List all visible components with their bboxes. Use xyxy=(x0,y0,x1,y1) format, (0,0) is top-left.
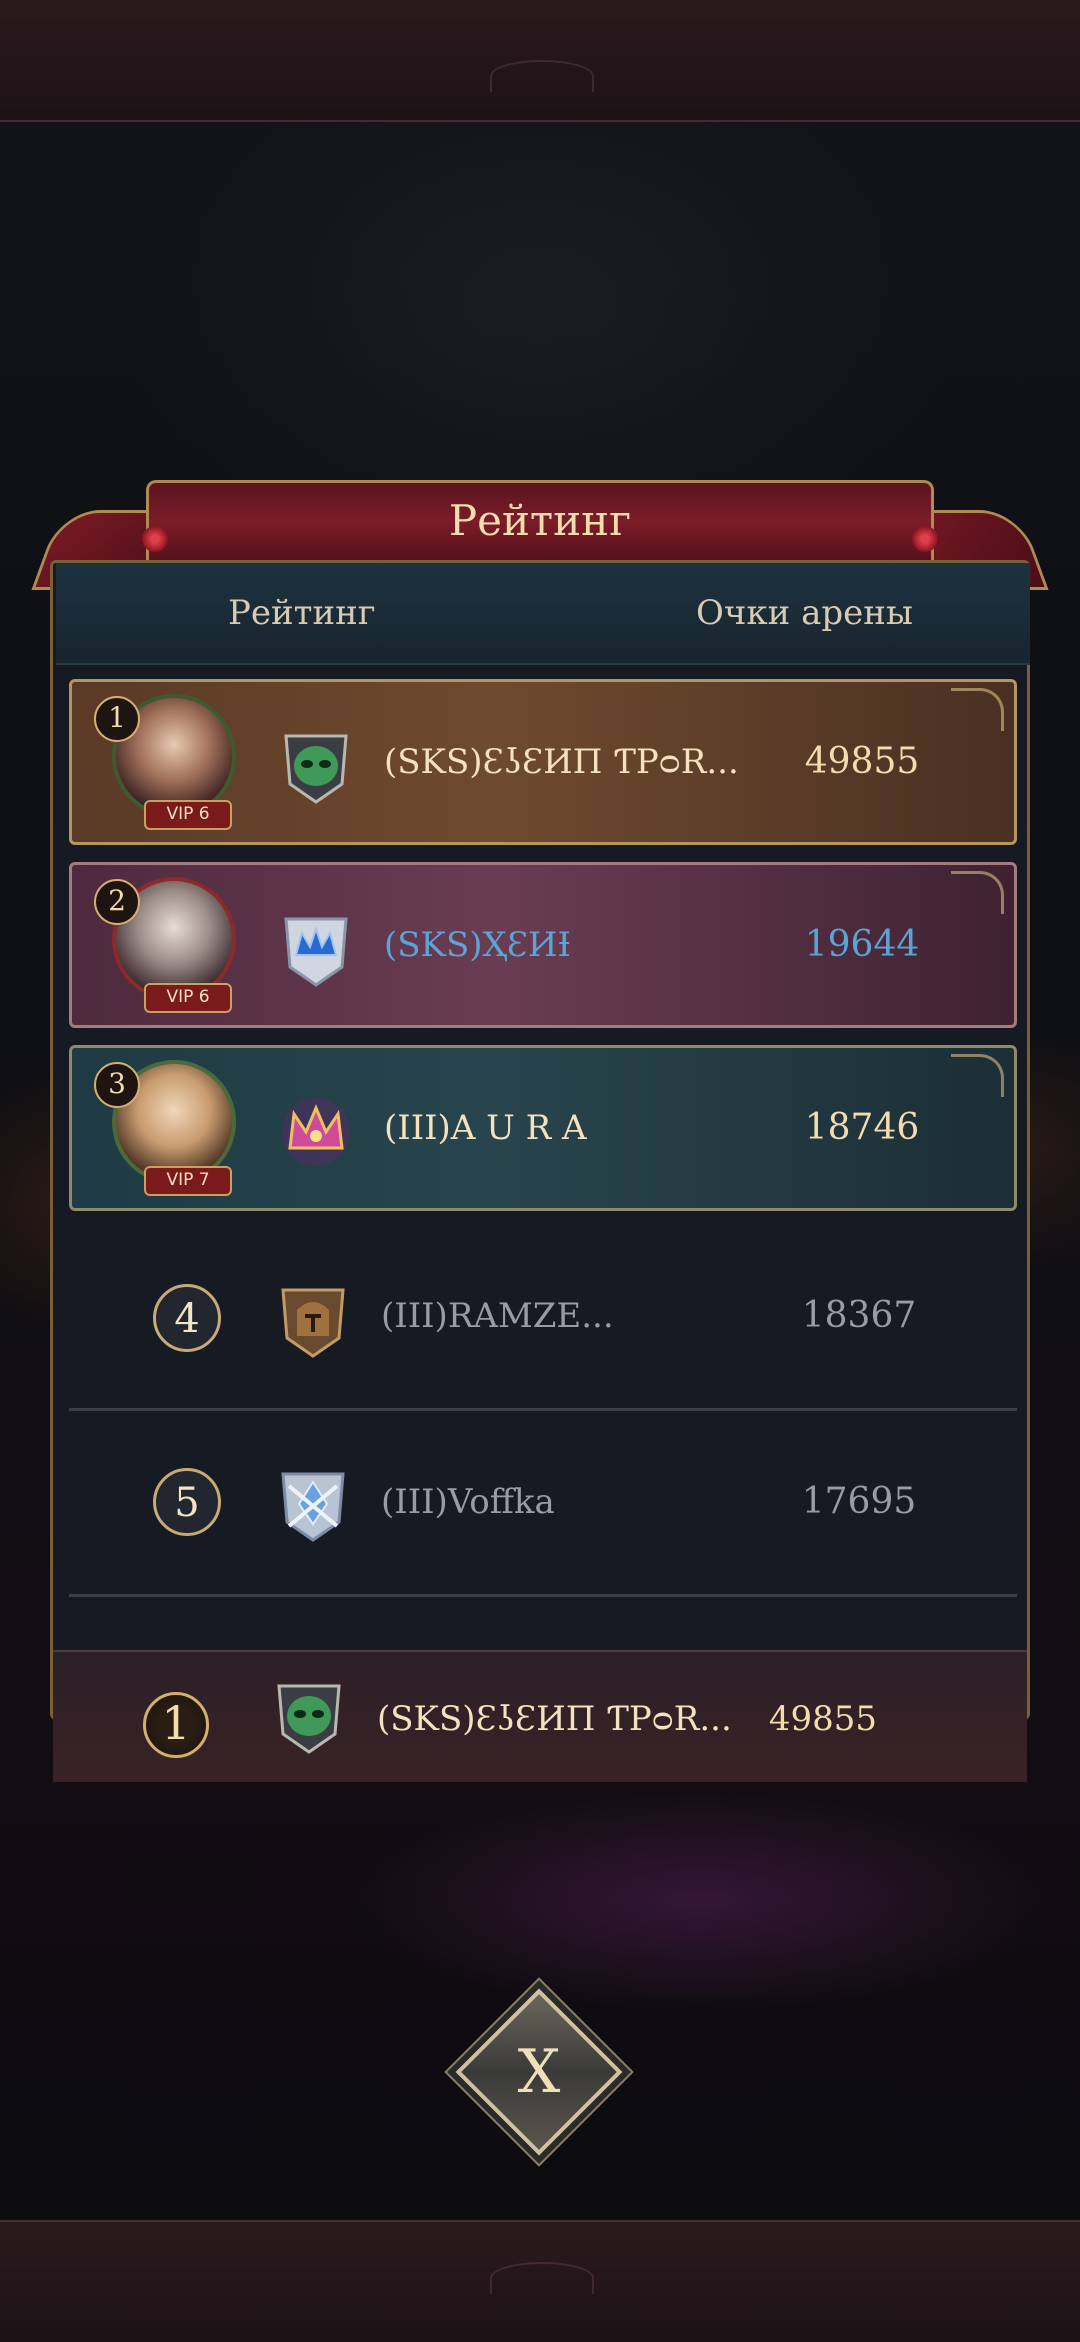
rating-row-5[interactable]: 5 (III)Voffka 17695 xyxy=(69,1414,1017,1597)
player-name: (SKS)ƐʖƐИП ƬРᴑR... xyxy=(384,742,739,782)
bronze-helmet-emblem-icon xyxy=(275,1280,351,1360)
pink-crown-emblem-icon xyxy=(278,1092,354,1172)
rank-badge: 2 xyxy=(94,879,140,925)
top-ornament-bar xyxy=(0,0,1080,122)
panel-frame: Рейтинг Очки арены 1 VIP 6 (SKS)ƐʖƐИП ƬР… xyxy=(50,560,1030,1720)
blue-crown-emblem-icon xyxy=(278,909,354,989)
rank-circle: 4 xyxy=(153,1284,221,1352)
rating-panel: Рейтинг Очки арены 1 VIP 6 (SKS)ƐʖƐИП ƬР… xyxy=(31,480,1049,1790)
rose-ornament-icon xyxy=(912,526,938,552)
rating-row-1[interactable]: 1 VIP 6 (SKS)ƐʖƐИП ƬРᴑR... 49855 xyxy=(69,679,1017,845)
close-icon[interactable]: X xyxy=(480,2013,598,2131)
top-ornament xyxy=(490,60,594,92)
bottom-ornament xyxy=(490,2262,594,2294)
ornament-curl-icon xyxy=(951,688,1004,731)
rank-badge: 1 xyxy=(94,696,140,742)
header-rank: Рейтинг xyxy=(228,593,376,633)
player-name: (III)Voffka xyxy=(381,1482,555,1522)
ornament-curl-icon xyxy=(951,1054,1004,1097)
rose-ornament-icon xyxy=(142,526,168,552)
vip-badge: VIP 7 xyxy=(144,1166,232,1196)
panel-title: Рейтинг xyxy=(146,480,934,560)
rank-badge: 3 xyxy=(94,1062,140,1108)
player-score: 18746 xyxy=(804,1107,920,1148)
player-name: (III)A U R A xyxy=(384,1108,587,1148)
rating-list[interactable]: 1 VIP 6 (SKS)ƐʖƐИП ƬРᴑR... 49855 2 VIP 6… xyxy=(69,679,1017,1659)
vip-badge: VIP 6 xyxy=(144,800,232,830)
rating-row-3[interactable]: 3 VIP 7 (III)A U R A 18746 xyxy=(69,1045,1017,1211)
player-name: (III)RAMZE... xyxy=(381,1296,614,1336)
player-score: 49855 xyxy=(804,741,920,782)
green-mask-emblem-icon xyxy=(271,1676,347,1756)
own-player-score: 49855 xyxy=(768,1699,878,1739)
green-mask-emblem-icon xyxy=(278,726,354,806)
rating-row-2[interactable]: 2 VIP 6 (SKS)ҲƐИƗ 19644 xyxy=(69,862,1017,1028)
player-score: 18367 xyxy=(801,1295,917,1336)
own-rank-row[interactable]: 1 (SKS)ƐʖƐИП ƬРᴑR... 49855 xyxy=(53,1650,1027,1782)
player-score: 19644 xyxy=(804,924,920,965)
silver-crossed-emblem-icon xyxy=(275,1464,351,1544)
player-name: (SKS)ҲƐИƗ xyxy=(384,925,571,965)
bottom-ornament-bar xyxy=(0,2220,1080,2342)
header-arena-points: Очки арены xyxy=(696,593,913,633)
own-rank-medal: 1 xyxy=(143,1692,209,1758)
rating-row-4[interactable]: 4 (III)RAMZE... 18367 xyxy=(69,1228,1017,1411)
rank-circle: 5 xyxy=(153,1468,221,1536)
table-header: Рейтинг Очки арены xyxy=(56,563,1030,665)
vip-badge: VIP 6 xyxy=(144,983,232,1013)
ornament-curl-icon xyxy=(951,871,1004,914)
own-player-name: (SKS)ƐʖƐИП ƬРᴑR... xyxy=(377,1699,732,1739)
player-score: 17695 xyxy=(801,1481,917,1522)
